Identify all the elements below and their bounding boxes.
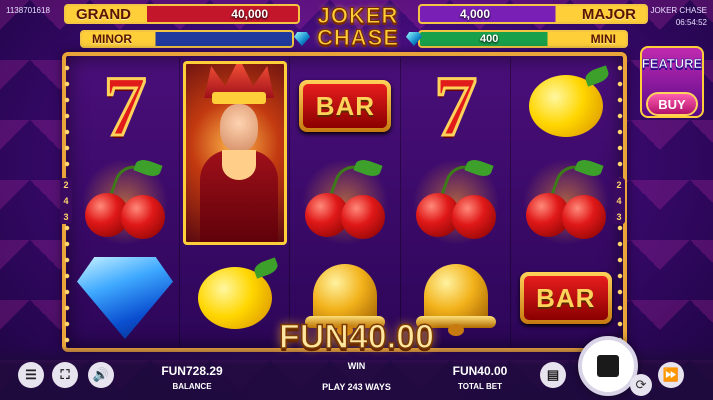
- jackpot-major-value: 4,000: [460, 7, 491, 21]
- jackpot-major: 4,000 MAJOR: [418, 4, 648, 24]
- reel-5: BAR: [511, 58, 621, 346]
- jackpot-major-label: MAJOR: [581, 5, 636, 23]
- total-bet-label: TOTAL BET: [458, 382, 502, 391]
- session-id: 1138701618: [6, 6, 50, 15]
- reel-3: BAR: [290, 58, 401, 346]
- sound-button[interactable]: 🔊: [88, 362, 114, 388]
- fullscreen-button[interactable]: ⛶: [52, 362, 78, 388]
- balance-value: FUN728.29: [161, 364, 223, 378]
- jackpot-grand: GRAND 40,000: [64, 4, 300, 24]
- game-logo: JOKER CHASE: [292, 2, 424, 52]
- jackpot-minor: MINOR: [80, 30, 294, 48]
- autoplay-button[interactable]: ⟳: [630, 374, 652, 396]
- jackpot-mini: 400 MINI: [418, 30, 628, 48]
- reel-4: 7: [401, 58, 511, 346]
- ways-digit: 3: [63, 212, 69, 222]
- clock: 06:54:52: [675, 18, 707, 27]
- cherry-symbol: [511, 154, 621, 250]
- spin-button[interactable]: [578, 336, 638, 396]
- joker-wild-symbol: [183, 61, 288, 245]
- seven-symbol: 7: [102, 58, 148, 154]
- lemon-symbol: [511, 58, 621, 154]
- reel-2: [180, 58, 291, 346]
- feature-label: FEATURE: [641, 56, 703, 72]
- ways-digit: 2: [63, 180, 69, 190]
- game-name: JOKER CHASE: [650, 6, 707, 15]
- gem-icon: [294, 32, 310, 46]
- jackpot-mini-label: MINI: [590, 32, 616, 46]
- jackpot-mini-value: 400: [480, 33, 499, 45]
- cherry-symbol: [70, 154, 180, 250]
- balance-display: FUN728.29 BALANCE: [142, 364, 242, 391]
- logo-line-1: JOKER: [317, 3, 399, 28]
- buy-feature-button[interactable]: BUY: [646, 92, 698, 116]
- seven-symbol: 7: [433, 58, 479, 154]
- cherry-symbol: [290, 154, 400, 250]
- jackpot-minor-label: MINOR: [92, 32, 132, 46]
- balance-label: BALANCE: [172, 382, 212, 391]
- gem-icon: [406, 32, 422, 46]
- jackpot-grand-label: GRAND: [76, 5, 131, 23]
- total-bet-display: FUN40.00 TOTAL BET: [430, 364, 530, 391]
- cherry-symbol: [401, 154, 511, 250]
- bet-settings-button[interactable]: ▤: [540, 362, 566, 388]
- bar-symbol: BAR: [290, 58, 400, 154]
- menu-button[interactable]: ☰: [18, 362, 44, 388]
- stop-icon: [597, 355, 619, 377]
- jackpot-grand-value: 40,000: [231, 7, 268, 21]
- turbo-button[interactable]: ⏩: [658, 362, 684, 388]
- logo-line-2: CHASE: [316, 25, 399, 50]
- reels: 7 BAR 7 BAR: [70, 58, 621, 346]
- total-bet-value: FUN40.00: [452, 364, 508, 378]
- ways-digit: 4: [63, 196, 69, 206]
- reel-1: 7: [70, 58, 181, 346]
